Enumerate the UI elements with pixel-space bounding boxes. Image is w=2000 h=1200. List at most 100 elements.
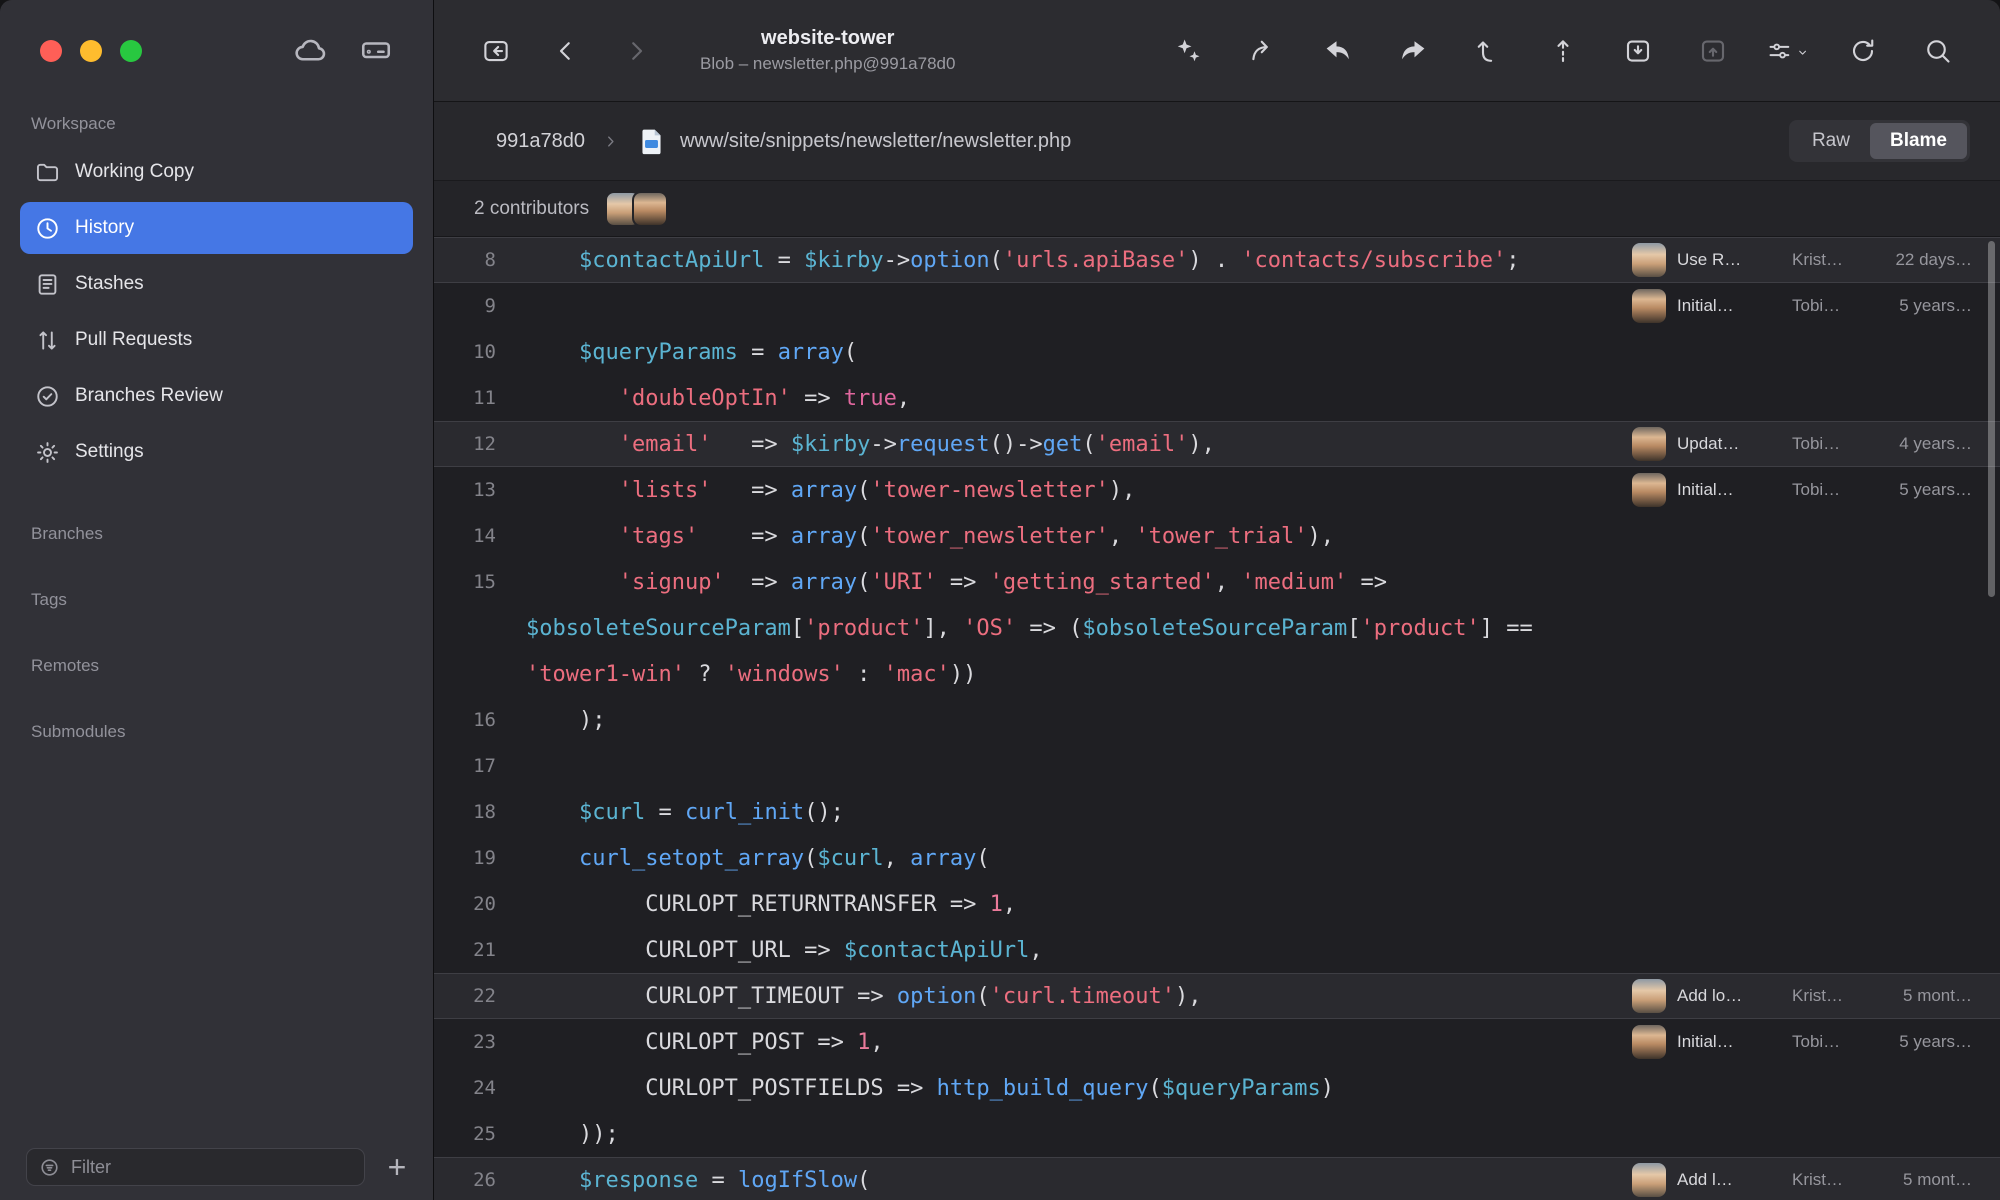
vertical-scrollbar[interactable] <box>1988 241 1995 597</box>
fetch-button[interactable] <box>1241 31 1285 71</box>
code-line-wrap[interactable]: 'tower1-win' ? 'windows' : 'mac')) <box>434 651 2000 697</box>
blame-annotation[interactable]: Initial… Tobi… 5 years… <box>1632 473 2000 507</box>
back-to-working-copy-button[interactable] <box>474 31 518 71</box>
sidebar-item-branches-review[interactable]: Branches Review <box>20 370 413 422</box>
line-number: 17 <box>473 755 496 777</box>
filter-input[interactable] <box>71 1156 353 1178</box>
view-options-button[interactable] <box>1766 31 1810 71</box>
blame-annotation[interactable]: Updat… Tobi… 4 years… <box>1632 427 2000 461</box>
stash-button[interactable] <box>1616 31 1660 71</box>
avatar-kristian <box>1632 243 1666 277</box>
code-line-23[interactable]: 23 CURLOPT_POST => 1, Initial… Tobi… 5 year… <box>434 1019 2000 1065</box>
blame-commit-message: Initial… <box>1677 296 1734 315</box>
avatar-kristian <box>1632 979 1666 1013</box>
blame-date: 5 years… <box>1899 1032 1972 1051</box>
filter-icon <box>38 1156 61 1179</box>
code-line-22[interactable]: 22 CURLOPT_TIMEOUT => option('curl.timeo… <box>434 973 2000 1019</box>
sidebar-item-label: Working Copy <box>75 161 194 182</box>
code-line-11[interactable]: 11 'doubleOptIn' => true, <box>434 375 2000 421</box>
sidebar-section-workspace[interactable]: Workspace <box>31 114 433 134</box>
sidebar-section-tags[interactable]: Tags <box>31 590 433 610</box>
code-line-16[interactable]: 16 ); <box>434 697 2000 743</box>
commit-hash[interactable]: 991a78d0 <box>496 130 585 153</box>
code-line-12[interactable]: 12 'email' => $kirby->request()->get('em… <box>434 421 2000 467</box>
blame-annotation[interactable]: Add lo… Krist… 5 mont… <box>1632 979 2000 1013</box>
code-text: 'email' => $kirby->request()->get('email… <box>618 431 1215 457</box>
toolbar: website-tower Blob – newsletter.php@991a… <box>434 0 2000 102</box>
code-text: 'doubleOptIn' => true, <box>618 385 911 411</box>
sidebar-item-pull-requests[interactable]: Pull Requests <box>20 314 413 366</box>
apply-stash-button[interactable] <box>1691 31 1735 71</box>
add-button[interactable]: + <box>379 1149 415 1185</box>
commit-button[interactable] <box>1541 31 1585 71</box>
line-number: 22 <box>473 985 496 1007</box>
code-line-17[interactable]: 17 <box>434 743 2000 789</box>
code-line-25[interactable]: 25 )); <box>434 1111 2000 1157</box>
sidebar-item-history[interactable]: History <box>20 202 413 254</box>
sidebar-section-remotes[interactable]: Remotes <box>31 656 433 676</box>
sidebar-section-submodules[interactable]: Submodules <box>31 722 433 742</box>
blame-author: Tobi… <box>1792 480 1841 499</box>
code-line-15[interactable]: 15 'signup' => array('URI' => 'getting_s… <box>434 559 2000 605</box>
sidebar-item-settings[interactable]: Settings <box>20 426 413 478</box>
code-line-10[interactable]: 10 $queryParams = array( <box>434 329 2000 375</box>
code-line-8[interactable]: 8 $contactApiUrl = $kirby->option('urls.… <box>434 237 2000 283</box>
line-number: 8 <box>484 249 496 271</box>
code-line-wrap[interactable]: $obsoleteSourceParam['product'], 'OS' =>… <box>434 605 2000 651</box>
line-number: 15 <box>473 571 496 593</box>
view-mode-raw[interactable]: Raw <box>1792 123 1870 159</box>
zoom-button[interactable] <box>120 40 142 62</box>
code-line-21[interactable]: 21 CURLOPT_URL => $contactApiUrl, <box>434 927 2000 973</box>
code-line-9[interactable]: 9 Initial… Tobi… 5 years… <box>434 283 2000 329</box>
code-text: CURLOPT_RETURNTRANSFER => 1, <box>526 891 1017 917</box>
code-text: 'lists' => array('tower-newsletter'), <box>618 477 1136 503</box>
quick-actions-button[interactable] <box>1166 31 1210 71</box>
drive-button[interactable] <box>358 33 394 69</box>
push-button[interactable] <box>1391 31 1435 71</box>
code-line-13[interactable]: 13 'lists' => array('tower-newsletter'),… <box>434 467 2000 513</box>
blame-annotation[interactable]: Add l… Krist… 5 mont… <box>1632 1163 2000 1197</box>
code-line-20[interactable]: 20 CURLOPT_RETURNTRANSFER => 1, <box>434 881 2000 927</box>
cloud-button[interactable] <box>292 33 328 69</box>
code-line-19[interactable]: 19 curl_setopt_array($curl, array( <box>434 835 2000 881</box>
code-line-26[interactable]: 26 $response = logIfSlow(Add l… Krist… 5 m… <box>434 1157 2000 1200</box>
code-line-18[interactable]: 18 $curl = curl_init(); <box>434 789 2000 835</box>
pull-button[interactable] <box>1316 31 1360 71</box>
app-window: Workspace Working Copy History Stashes Pull … <box>0 0 2000 1200</box>
breadcrumb-bar: 991a78d0 www/site/snippets/newsletter/ne… <box>434 102 2000 181</box>
commit-icon <box>1548 36 1578 66</box>
chevron-right-button[interactable] <box>614 31 658 71</box>
sidebar-item-stashes[interactable]: Stashes <box>20 258 413 310</box>
sidebar-item-working-copy[interactable]: Working Copy <box>20 146 413 198</box>
traffic-lights <box>40 40 142 62</box>
refresh-button[interactable] <box>1841 31 1885 71</box>
chevron-left-button[interactable] <box>544 31 588 71</box>
line-number: 10 <box>473 341 496 363</box>
contributors-count: 2 contributors <box>474 197 590 219</box>
view-mode-blame[interactable]: Blame <box>1869 123 1967 159</box>
window-title-block: website-tower Blob – newsletter.php@991a… <box>700 27 955 74</box>
php-file-icon <box>636 126 667 157</box>
avatar-tobias[interactable] <box>632 190 669 227</box>
search-button[interactable] <box>1916 31 1960 71</box>
repository-title: website-tower <box>761 27 895 49</box>
blame-annotation[interactable]: Initial… Tobi… 5 years… <box>1632 1025 2000 1059</box>
chevron-left-icon <box>551 36 581 66</box>
code-line-24[interactable]: 24 CURLOPT_POSTFIELDS => http_build_quer… <box>434 1065 2000 1111</box>
code-text: ); <box>526 707 606 733</box>
branches-review-icon <box>34 383 61 410</box>
blame-commit-message: Add l… <box>1677 1170 1733 1189</box>
code-text: CURLOPT_POST => 1, <box>526 1029 884 1055</box>
blame-annotation[interactable]: Use R… Krist… 22 days… <box>1632 243 2000 277</box>
filter-field[interactable] <box>26 1148 365 1186</box>
sidebar-section-branches[interactable]: Branches <box>31 524 433 544</box>
minimize-button[interactable] <box>80 40 102 62</box>
blame-annotation[interactable]: Initial… Tobi… 5 years… <box>1632 289 2000 323</box>
code-text: CURLOPT_URL => $contactApiUrl, <box>526 937 1043 963</box>
file-path: www/site/snippets/newsletter/newsletter.… <box>679 129 1072 152</box>
checkout-button[interactable] <box>1466 31 1510 71</box>
code-line-14[interactable]: 14 'tags' => array('tower_newsletter', '… <box>434 513 2000 559</box>
close-button[interactable] <box>40 40 62 62</box>
line-number: 26 <box>473 1169 496 1191</box>
blame-date: 5 years… <box>1899 480 1972 499</box>
